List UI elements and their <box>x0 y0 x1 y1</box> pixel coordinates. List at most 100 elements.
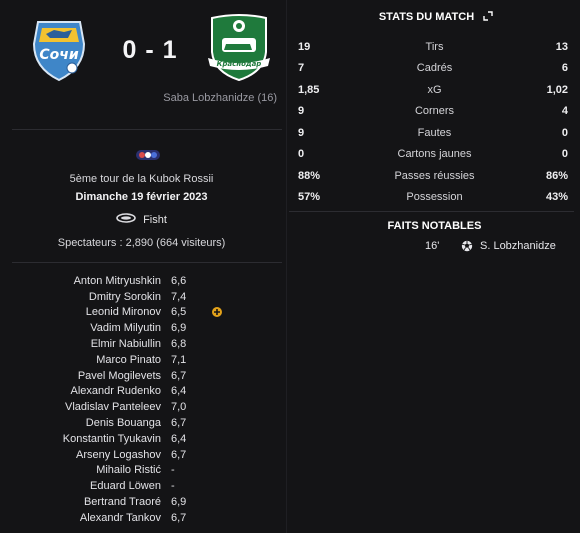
player-row[interactable]: Leonid Mironov 6,5 <box>0 305 283 321</box>
player-ratings-list: Anton Mitryushkin 6,6 Dmitry Sorokin 7,4 Leo… <box>0 273 283 526</box>
match-stats-panel: STATS DU MATCH Tirs 19 13 Cadrés 7 6 xG 1,85 1,0… <box>289 0 580 533</box>
stat-label: xG <box>427 83 442 96</box>
divider <box>12 129 282 130</box>
player-rating: 6,7 <box>171 448 187 461</box>
divider <box>12 262 282 263</box>
stat-row: Possession 57% 43% <box>289 187 580 209</box>
competition-round: 5ème tour de la Kubok Rossii <box>69 173 214 185</box>
player-name[interactable]: Dmitry Sorokin <box>89 291 161 303</box>
stat-away-value: 86% <box>545 169 568 182</box>
player-row[interactable]: Marco Pinato 7,1 <box>0 352 283 368</box>
stat-label: Fautes <box>417 126 452 139</box>
stat-home-value: 9 <box>298 126 305 139</box>
stat-row: Tirs 19 13 <box>289 36 580 58</box>
player-row[interactable]: Bertrand Traoré 6,9 <box>0 494 283 510</box>
player-rating: 7,4 <box>171 290 187 303</box>
player-row[interactable]: Denis Bouanga 6,7 <box>0 415 283 431</box>
home-team-crest[interactable]: Сочи <box>24 14 94 84</box>
player-name[interactable]: Leonid Mironov <box>86 306 161 318</box>
player-rating: 7,0 <box>171 401 187 414</box>
svg-text:Сочи: Сочи <box>39 47 79 63</box>
stat-label: Tirs <box>425 40 444 53</box>
player-row[interactable]: Elmir Nabiullin 6,8 <box>0 336 283 352</box>
notable-events-title: FAITS NOTABLES <box>387 220 482 232</box>
match-date: Dimanche 19 février 2023 <box>75 191 208 203</box>
event-player: S. Lobzhanidze <box>480 240 556 252</box>
player-name[interactable]: Eduard Löwen <box>90 480 161 492</box>
scorer-text: Saba Lobzhanidze (16) <box>163 92 277 104</box>
player-name[interactable]: Elmir Nabiullin <box>91 338 161 350</box>
player-rating: 6,9 <box>171 322 187 335</box>
match-overview-panel: Сочи 0 - 1 Краснодар Saba Lobzhanidze (1… <box>0 0 283 533</box>
stats-title: STATS DU MATCH <box>378 11 475 23</box>
player-rating: 6,5 <box>171 306 187 319</box>
stat-away-value: 6 <box>561 62 568 75</box>
player-row[interactable]: Mihailo Ristić - <box>0 463 283 479</box>
player-name[interactable]: Konstantin Tyukavin <box>63 433 161 445</box>
substitution-icon <box>212 306 222 317</box>
stat-home-value: 7 <box>298 62 305 75</box>
stat-home-value: 57% <box>298 191 321 204</box>
stat-row: Passes réussies 88% 86% <box>289 165 580 187</box>
stat-row: Fautes 9 0 <box>289 122 580 144</box>
player-name[interactable]: Vladislav Panteleev <box>65 401 161 413</box>
match-stats-header-button[interactable]: STATS DU MATCH <box>365 3 507 31</box>
player-row[interactable]: Konstantin Tyukavin 6,4 <box>0 431 283 447</box>
player-row[interactable]: Eduard Löwen - <box>0 478 283 494</box>
player-name[interactable]: Mihailo Ristić <box>96 464 161 476</box>
stat-label: Possession <box>406 191 463 204</box>
stadium-icon <box>116 213 136 226</box>
player-name[interactable]: Anton Mitryushkin <box>74 275 161 287</box>
stadium: Fisht <box>0 213 283 226</box>
stat-away-value: 43% <box>545 191 568 204</box>
event-minute: 16' <box>425 240 440 252</box>
player-name[interactable]: Alexandr Rudenko <box>70 385 161 397</box>
player-name[interactable]: Denis Bouanga <box>86 417 161 429</box>
expand-icon[interactable] <box>483 10 493 24</box>
stat-home-value: 19 <box>298 40 311 53</box>
stat-label: Corners <box>414 105 455 118</box>
stat-away-value: 13 <box>555 40 568 53</box>
stadium-name[interactable]: Fisht <box>143 214 167 226</box>
player-name[interactable]: Pavel Mogilevets <box>78 370 161 382</box>
stat-away-value: 1,02 <box>546 83 568 96</box>
stats-table: Tirs 19 13 Cadrés 7 6 xG 1,85 1,02 Corners 9 4 Faute… <box>289 36 580 208</box>
player-rating: 6,6 <box>171 274 187 287</box>
competition-logo-icon <box>135 149 161 161</box>
stat-away-value: 4 <box>561 105 568 118</box>
player-name[interactable]: Marco Pinato <box>96 354 161 366</box>
away-team-crest[interactable]: Краснодар <box>204 12 274 84</box>
player-row[interactable]: Alexandr Rudenko 6,4 <box>0 384 283 400</box>
player-rating: 6,7 <box>171 369 187 382</box>
player-rating: 6,8 <box>171 338 187 351</box>
player-row[interactable]: Vladislav Panteleev 7,0 <box>0 399 283 415</box>
goal-ball-icon <box>461 240 473 252</box>
player-rating: 6,7 <box>171 511 187 524</box>
stat-label: Passes réussies <box>394 169 475 182</box>
stat-row: xG 1,85 1,02 <box>289 79 580 101</box>
stat-home-value: 0 <box>298 148 305 161</box>
player-name[interactable]: Arseny Logashov <box>76 449 161 461</box>
player-row[interactable]: Alexandr Tankov 6,7 <box>0 510 283 526</box>
stat-row: Corners 9 4 <box>289 101 580 123</box>
player-name[interactable]: Bertrand Traoré <box>84 496 161 508</box>
stat-away-value: 0 <box>561 148 568 161</box>
stat-label: Cadrés <box>416 62 453 75</box>
player-row[interactable]: Vadim Milyutin 6,9 <box>0 320 283 336</box>
player-row[interactable]: Anton Mitryushkin 6,6 <box>0 273 283 289</box>
player-name[interactable]: Alexandr Tankov <box>80 512 161 524</box>
player-row[interactable]: Arseny Logashov 6,7 <box>0 447 283 463</box>
attendance: Spectateurs : 2,890 (664 visiteurs) <box>57 237 226 249</box>
player-rating: 6,9 <box>171 496 187 509</box>
player-rating: - <box>171 464 175 477</box>
player-rating: 6,7 <box>171 417 187 430</box>
player-rating: 6,4 <box>171 432 187 445</box>
player-row[interactable]: Dmitry Sorokin 7,4 <box>0 289 283 305</box>
stat-home-value: 9 <box>298 105 305 118</box>
column-divider <box>286 0 287 533</box>
stat-row: Cartons jaunes 0 0 <box>289 144 580 166</box>
player-name[interactable]: Vadim Milyutin <box>90 322 161 334</box>
player-row[interactable]: Pavel Mogilevets 6,7 <box>0 368 283 384</box>
notable-event-row[interactable]: 16' S. Lobzhanidze <box>425 240 556 252</box>
divider <box>289 211 574 212</box>
